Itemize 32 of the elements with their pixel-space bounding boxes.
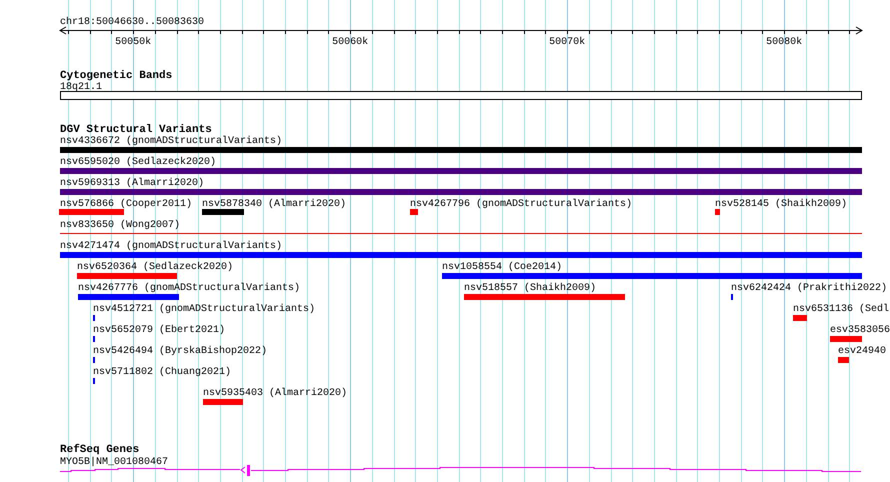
variant-label: nsv4267776 (gnomADStructuralVariants) <box>78 283 300 294</box>
tick-label: 50050k <box>115 37 152 48</box>
variant-label: nsv6242424 (Prakrithi2022) <box>731 283 888 294</box>
variant-label: nsv6531136 (Sedl <box>793 304 890 315</box>
variant-label: nsv6595020 (Sedlazeck2020) <box>60 157 216 168</box>
variant-label: nsv5878340 (Almarri2020) <box>202 199 346 210</box>
variant-label: esv24940 <box>838 346 886 357</box>
variant-label: nsv1058554 (Coe2014) <box>442 262 562 273</box>
location-label: chr18:50046630..50083630 <box>60 17 204 28</box>
tick-label: 50070k <box>549 37 586 48</box>
variant-label: nsv4336672 (gnomADStructuralVariants) <box>60 136 282 147</box>
track-title: RefSeq Genes <box>60 444 140 456</box>
variant-label: nsv528145 (Shaikh2009) <box>715 199 848 210</box>
variant-label: nsv6520364 (Sedlazeck2020) <box>77 262 234 273</box>
variant-label: nsv518557 (Shaikh2009) <box>464 283 596 294</box>
variant-label: nsv833650 (Wong2007) <box>60 220 180 231</box>
tick-label: 50080k <box>766 37 802 48</box>
variant-label: nsv576866 (Cooper2011) <box>60 199 192 210</box>
variant-label: nsv5426494 (ByrskaBishop2022) <box>93 346 268 357</box>
variant-label: nsv4271474 (gnomADStructuralVariants) <box>60 241 282 252</box>
tick-label: 50060k <box>332 37 368 48</box>
variant-label: nsv4512721 (gnomADStructuralVariants) <box>93 304 316 315</box>
variant-label: esv3583056 <box>830 325 890 336</box>
track-title: DGV Structural Variants <box>60 124 212 136</box>
variant-label: nsv5711802 (Chuang2021) <box>93 367 232 378</box>
gene-label: MYO5B|NM_001080467 <box>60 457 168 468</box>
track-title: Cytogenetic Bands <box>60 70 172 82</box>
variant-label: nsv5652079 (Ebert2021) <box>93 325 226 336</box>
band-label: 18q21.1 <box>60 82 102 93</box>
variant-label: nsv5969313 (Almarri2020) <box>60 178 204 189</box>
variant-label: nsv4267796 (gnomADStructuralVariants) <box>410 199 632 210</box>
variant-label: nsv5935403 (Almarri2020) <box>203 388 348 399</box>
